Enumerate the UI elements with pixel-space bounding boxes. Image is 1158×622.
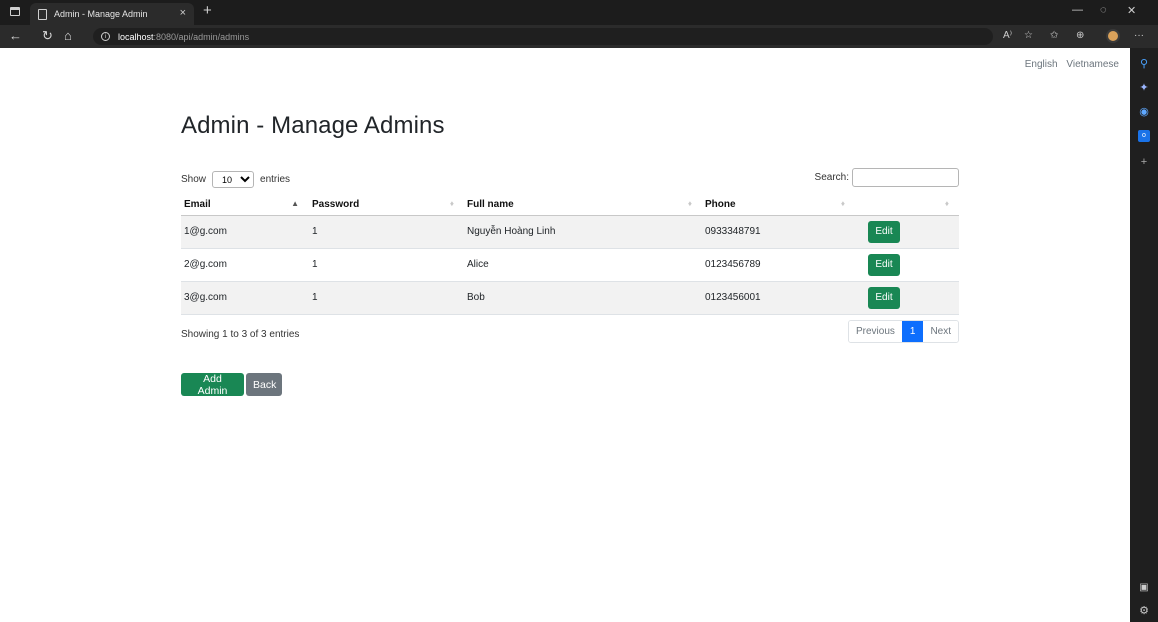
search-icon[interactable]: ⚲ bbox=[1138, 58, 1150, 70]
cell-phone: 0123456001 bbox=[702, 281, 855, 315]
column-header-password[interactable]: Password ♦ bbox=[309, 194, 464, 216]
tab-actions-icon[interactable] bbox=[10, 7, 20, 16]
cell-email: 1@g.com bbox=[181, 215, 309, 249]
column-header-full-name[interactable]: Full name ♦ bbox=[464, 194, 702, 216]
sort-icon: ♦ bbox=[449, 199, 454, 208]
table-footer: Showing 1 to 3 of 3 entries Previous 1 N… bbox=[181, 320, 959, 344]
cell-full-name: Alice bbox=[464, 248, 702, 282]
cell-action: Edit bbox=[855, 281, 959, 315]
page-1-button[interactable]: 1 bbox=[901, 321, 924, 342]
cell-action: Edit bbox=[855, 215, 959, 249]
back-icon[interactable]: ← bbox=[9, 29, 22, 43]
favorites-icon[interactable]: ✩ bbox=[1050, 30, 1058, 41]
info-icon[interactable]: i bbox=[101, 32, 110, 41]
new-tab-icon[interactable]: + bbox=[203, 2, 212, 19]
m365-icon[interactable]: ◉ bbox=[1138, 106, 1150, 118]
english-link[interactable]: English bbox=[1025, 59, 1058, 70]
url-host: localhost bbox=[118, 31, 154, 42]
more-icon[interactable]: ··· bbox=[1134, 30, 1144, 41]
browser-tab-bar: Admin - Manage Admin × + — ◌ ✕ bbox=[0, 0, 1158, 25]
page-icon bbox=[38, 8, 47, 20]
cell-password: 1 bbox=[309, 215, 464, 249]
table-row: 3@g.com 1 Bob 0123456001 Edit bbox=[181, 281, 959, 315]
read-aloud-icon[interactable]: A⁾ bbox=[1003, 30, 1012, 41]
edit-button[interactable]: Edit bbox=[868, 253, 900, 276]
sort-icon: ♦ bbox=[944, 199, 949, 208]
admins-table: Email ▲ Password ♦ Full name ♦ Phone ♦ ♦ 1@g… bbox=[181, 194, 959, 315]
pagination: Previous 1 Next bbox=[847, 320, 959, 343]
table-row: 2@g.com 1 Alice 0123456789 Edit bbox=[181, 248, 959, 282]
tab-close-icon[interactable]: × bbox=[180, 7, 186, 19]
copilot-icon[interactable]: ✦ bbox=[1138, 82, 1150, 94]
page-actions: Add Admin Back bbox=[181, 373, 284, 397]
next-page-button[interactable]: Next bbox=[923, 321, 958, 342]
add-admin-button[interactable]: Add Admin bbox=[181, 373, 244, 397]
edit-button[interactable]: Edit bbox=[868, 286, 900, 309]
table-info: Showing 1 to 3 of 3 entries bbox=[181, 329, 300, 340]
table-row: 1@g.com 1 Nguyễn Hoàng Linh 0933348791 E… bbox=[181, 215, 959, 249]
search-input[interactable] bbox=[852, 168, 959, 187]
entries-label: entries bbox=[260, 174, 291, 185]
url-path: :8080/api/admin/admins bbox=[153, 31, 250, 42]
restore-icon[interactable]: ◌ bbox=[1100, 4, 1107, 16]
search-label: Search: bbox=[814, 172, 849, 183]
cell-email: 2@g.com bbox=[181, 248, 309, 282]
cell-full-name: Bob bbox=[464, 281, 702, 315]
back-button[interactable]: Back bbox=[246, 373, 282, 396]
add-favorite-icon[interactable]: ☆ bbox=[1024, 30, 1033, 41]
cell-password: 1 bbox=[309, 281, 464, 315]
sort-icon: ♦ bbox=[687, 199, 692, 208]
page-title: Admin - Manage Admins bbox=[181, 112, 445, 139]
collections-icon[interactable]: ⊕ bbox=[1076, 30, 1084, 41]
sort-asc-icon: ▲ bbox=[291, 199, 299, 208]
cell-password: 1 bbox=[309, 248, 464, 282]
previous-page-button[interactable]: Previous bbox=[848, 321, 902, 342]
edit-button[interactable]: Edit bbox=[868, 220, 900, 243]
column-header-action[interactable]: ♦ bbox=[855, 194, 959, 216]
show-label: Show bbox=[181, 174, 207, 185]
outlook-icon[interactable]: o bbox=[1138, 130, 1150, 142]
cell-phone: 0123456789 bbox=[702, 248, 855, 282]
cell-phone: 0933348791 bbox=[702, 215, 855, 249]
add-icon[interactable]: + bbox=[1138, 156, 1150, 168]
browser-tab[interactable]: Admin - Manage Admin × bbox=[30, 3, 194, 25]
home-icon[interactable]: ⌂ bbox=[64, 29, 72, 43]
cell-full-name: Nguyễn Hoàng Linh bbox=[464, 215, 702, 249]
address-bar-row: ← ↻ ⌂ i localhost :8080/api/admin/admins… bbox=[0, 25, 1158, 48]
search-control: Search: bbox=[815, 168, 959, 187]
url-field[interactable]: i localhost :8080/api/admin/admins bbox=[93, 28, 993, 45]
page-content: English Vietnamese Admin - Manage Admins… bbox=[0, 48, 1130, 622]
reload-icon[interactable]: ↻ bbox=[42, 29, 53, 43]
profile-avatar[interactable] bbox=[1106, 29, 1120, 43]
table-header-row: Email ▲ Password ♦ Full name ♦ Phone ♦ ♦ bbox=[181, 194, 959, 216]
column-header-phone[interactable]: Phone ♦ bbox=[702, 194, 855, 216]
cell-action: Edit bbox=[855, 248, 959, 282]
tab-title: Admin - Manage Admin bbox=[54, 9, 148, 19]
cell-email: 3@g.com bbox=[181, 281, 309, 315]
column-header-email[interactable]: Email ▲ bbox=[181, 194, 309, 216]
language-switcher: English Vietnamese bbox=[1019, 59, 1119, 70]
browser-sidebar: ⚲ ✦ ◉ o + ▣ ⚙ bbox=[1130, 48, 1158, 622]
sort-icon: ♦ bbox=[840, 199, 845, 208]
page-size-select[interactable]: 10 bbox=[212, 171, 255, 188]
minimize-icon[interactable]: — bbox=[1072, 4, 1083, 16]
layout-icon[interactable]: ▣ bbox=[1138, 582, 1150, 594]
page-size-control: Show 10 entries bbox=[181, 171, 290, 188]
settings-icon[interactable]: ⚙ bbox=[1138, 605, 1150, 617]
close-window-icon[interactable]: ✕ bbox=[1127, 4, 1136, 17]
vietnamese-link[interactable]: Vietnamese bbox=[1066, 59, 1119, 70]
table-controls: Show 10 entries Search: bbox=[181, 168, 959, 188]
